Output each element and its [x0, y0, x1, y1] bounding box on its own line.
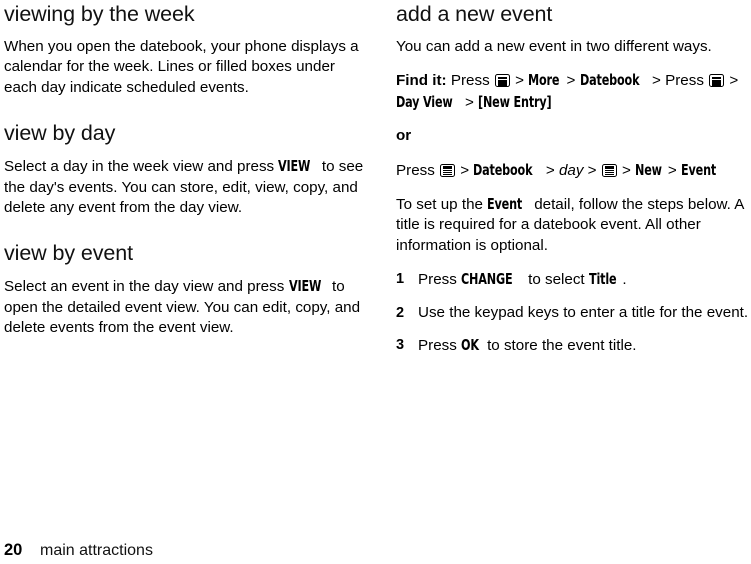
step-number: 3 [396, 337, 405, 354]
step-number: 1 [396, 271, 405, 288]
path-separator: > [587, 161, 597, 179]
or-label: or [396, 127, 412, 145]
right-column: add a new event You can add a new event … [396, 0, 751, 356]
paragraph-text-pre: Select a day in the week view and press [4, 158, 279, 176]
path-separator: > [515, 72, 525, 90]
paragraph-view-by-event: Select an event in the day view and pres… [4, 276, 370, 338]
step-text-mid: to store the event title. [482, 337, 637, 355]
step-text-pre: Press [418, 271, 462, 289]
menu-item-more: More [528, 71, 560, 90]
steps-list: 1 Press CHANGE to select Title. 2 Use the … [396, 269, 751, 356]
menu-item-event: Event [680, 160, 717, 179]
list-item: 3 Press OK to store the event title. [396, 335, 751, 356]
list-item: 2 Use the keypad keys to enter a title fo… [396, 303, 751, 323]
paragraph-event-setup: To set up the Event detail, follow the s… [396, 194, 751, 256]
menu-key-icon [601, 163, 617, 177]
softkey-label-view: VIEW [288, 277, 321, 296]
step-number: 2 [396, 304, 405, 321]
press-word: Press [396, 161, 435, 179]
menu-item-day-view: Day View [396, 92, 453, 111]
menu-key-icon [440, 163, 456, 177]
paragraph-text-pre: Select an event in the day view and pres… [4, 278, 289, 296]
path-separator: > [545, 161, 555, 179]
menu-item-datebook: Datebook [473, 160, 533, 179]
paragraph-viewing-by-the-week: When you open the datebook, your phone d… [4, 38, 359, 96]
path-separator: > [566, 72, 576, 90]
chapter-name: main attractions [40, 542, 153, 559]
path-separator: > [651, 72, 661, 90]
section-heading-view-by-event: view by event [4, 241, 133, 266]
step-text-post: . [622, 271, 627, 289]
menu-key-icon [494, 74, 510, 88]
paragraph-view-by-day: Select a day in the week view and press … [4, 156, 370, 218]
page-footer: 20 main attractions [4, 541, 153, 560]
press-word-1: Press [450, 72, 490, 90]
path-separator: > [622, 161, 631, 179]
list-item: 1 Press CHANGE to select Title. [396, 269, 751, 290]
path-separator: > [460, 161, 470, 179]
press-word-2: Press [665, 72, 704, 90]
field-label-title: Title [588, 270, 617, 289]
path-separator: > [465, 93, 474, 111]
menu-item-day-variable: day [558, 161, 584, 179]
section-heading-viewing-by-the-week: viewing by the week [4, 2, 195, 26]
manual-page: viewing by the week When you open the da… [0, 0, 751, 564]
menu-key-icon [709, 74, 725, 88]
find-it-path: Find it: Press > More > Datebook > Press >… [396, 70, 751, 113]
alternate-path: Press > Datebook > day > > New > Event [396, 160, 751, 181]
softkey-label-ok: OK [461, 336, 479, 355]
page-number: 20 [4, 541, 23, 559]
find-it-label: Find it: [396, 72, 447, 90]
menu-item-new-entry: [New Entry] [478, 92, 552, 111]
step-text-mid: to select [523, 271, 589, 289]
path-separator: > [667, 161, 677, 179]
path-separator: > [729, 72, 739, 90]
softkey-label-view: VIEW [278, 157, 311, 176]
section-heading-view-by-day: view by day [4, 121, 116, 146]
paragraph-add-event-intro: You can add a new event in two different… [396, 38, 712, 55]
left-column: viewing by the week When you open the da… [4, 0, 370, 339]
menu-item-event: Event [487, 195, 523, 214]
softkey-label-change: CHANGE [461, 270, 513, 289]
setup-text-pre: To set up the [396, 196, 488, 214]
step-text-pre: Press [418, 337, 462, 355]
menu-item-datebook: Datebook [579, 71, 640, 90]
step-text-pre: Use the keypad keys to enter a title for… [418, 303, 749, 321]
menu-item-new: New [635, 160, 662, 179]
section-heading-add-a-new-event: add a new event [396, 2, 553, 26]
